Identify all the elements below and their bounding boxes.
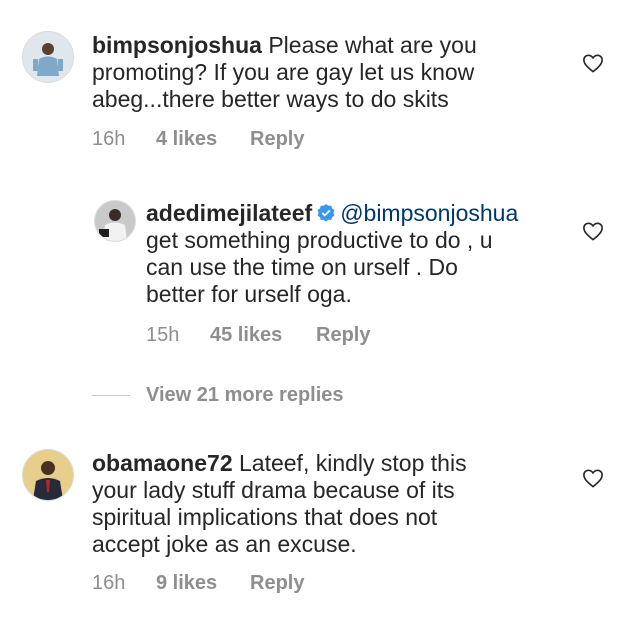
comment-likes[interactable]: 45 likes [210,324,316,347]
comment-text: can use the time on urself . Do [146,254,458,280]
comment-text: Lateef, kindly stop this [239,450,467,476]
reply-button[interactable]: Reply [250,572,304,595]
reply-button[interactable]: Reply [250,128,304,151]
comment-time: 16h [92,128,126,150]
reply-button[interactable]: Reply [316,324,370,347]
comment-meta: 16h 9 likes Reply [92,572,304,595]
comment-text: Please what are you [268,32,477,58]
comment-text: get something productive to do , u [146,227,493,253]
divider [92,395,130,396]
comment-time: 16h [92,572,126,594]
comment-meta: 15h 45 likes Reply [146,324,370,347]
heart-icon[interactable] [582,53,604,73]
verified-badge-icon [317,204,335,222]
comment-username[interactable]: obamaone72 [92,450,233,476]
comment-username[interactable]: bimpsonjoshua [92,32,262,58]
comment-text: promoting? If you are gay let us know [92,59,475,85]
comment-username[interactable]: adedimejilateef [146,200,312,226]
comment-body: bimpsonjoshua Please what are you promot… [92,32,562,113]
avatar[interactable] [22,449,74,501]
comment-likes[interactable]: 4 likes [156,128,250,151]
comment-body: obamaone72 Lateef, kindly stop this your… [92,450,562,558]
mention-link[interactable]: @bimpsonjoshua [340,200,518,226]
comment-text: accept joke as an excuse. [92,531,357,557]
avatar[interactable] [22,31,74,83]
comment-text: better for urself oga. [146,281,352,307]
view-more-replies[interactable]: View 21 more replies [92,384,344,407]
comment-text: spiritual implications that does not [92,504,438,530]
comment-meta: 16h 4 likes Reply [92,128,304,151]
comment-text: your lady stuff drama because of its [92,477,455,503]
avatar[interactable] [94,200,136,242]
comment-time: 15h [146,324,180,346]
comment-text: abeg...there better ways to do skits [92,86,449,112]
view-more-label[interactable]: View 21 more replies [146,384,344,407]
heart-icon[interactable] [582,468,604,488]
comment-likes[interactable]: 9 likes [156,572,250,595]
heart-icon[interactable] [582,221,604,241]
comment-body: adedimejilateef @bimpsonjoshua get somet… [146,200,566,308]
